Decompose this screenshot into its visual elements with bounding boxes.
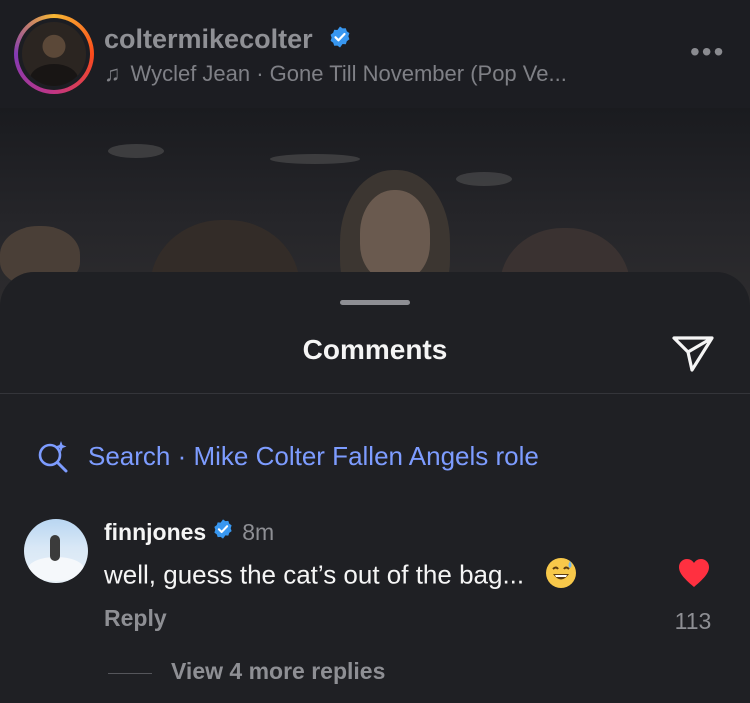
author-username[interactable]: coltermikecolter xyxy=(104,24,352,56)
verified-badge-icon xyxy=(212,518,234,546)
commenter-avatar[interactable] xyxy=(24,519,88,583)
commenter-username[interactable]: finnjones xyxy=(104,519,206,546)
reply-button[interactable]: Reply xyxy=(104,605,167,632)
heart-icon[interactable] xyxy=(678,558,710,588)
verified-badge-icon xyxy=(328,25,352,56)
comment-header: finnjones 8m xyxy=(104,518,274,546)
music-note-icon: ♫ xyxy=(104,61,121,86)
comments-sheet: Comments Search · Mike Colter Fallen Ang… xyxy=(0,272,750,703)
divider xyxy=(0,393,750,394)
music-info[interactable]: ♫ Wyclef Jean · Gone Till November (Pop V… xyxy=(104,61,567,87)
comments-title: Comments xyxy=(302,334,448,365)
search-suggestion[interactable]: Search · Mike Colter Fallen Angels role xyxy=(36,436,539,476)
search-suggestion-text: Search · Mike Colter Fallen Angels role xyxy=(88,440,539,471)
sweat-smile-emoji-icon xyxy=(545,557,577,596)
sheet-drag-handle[interactable] xyxy=(340,300,410,305)
more-options-icon[interactable]: ••• xyxy=(690,36,725,68)
author-avatar[interactable] xyxy=(14,14,94,94)
comment-text: well, guess the cat’s out of the bag... xyxy=(104,557,577,596)
sparkle-search-icon xyxy=(38,441,68,473)
comment-time: 8m xyxy=(242,518,275,545)
post-header: coltermikecolter ♫ Wyclef Jean · Gone Til… xyxy=(0,0,750,108)
replies-divider xyxy=(108,673,152,674)
like-count[interactable]: 113 xyxy=(672,608,714,635)
share-icon[interactable] xyxy=(670,330,716,376)
view-more-replies-button[interactable]: View 4 more replies xyxy=(171,658,385,685)
